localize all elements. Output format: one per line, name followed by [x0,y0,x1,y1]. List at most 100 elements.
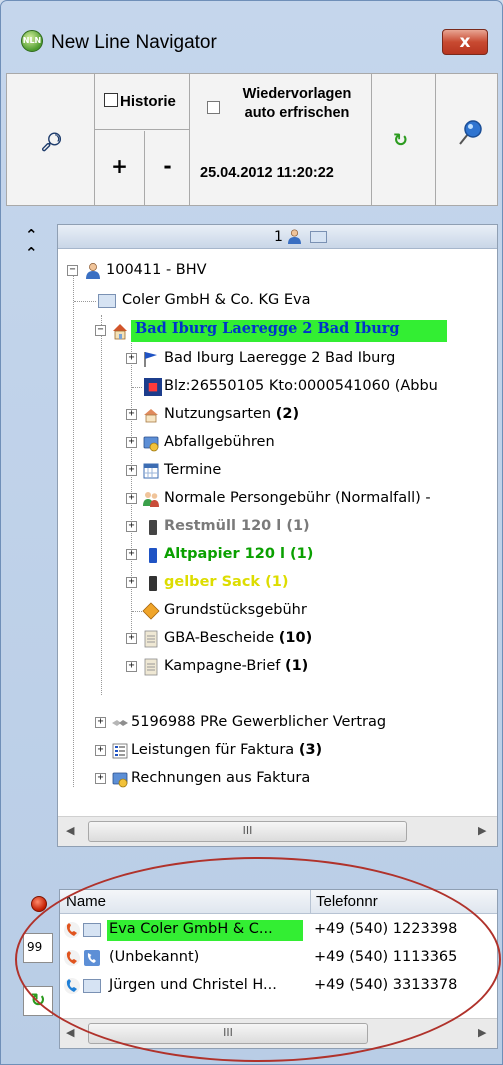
tree-item-text: Altpapier 120 l [164,546,285,562]
tree-item-label: Termine [164,462,222,478]
history-group: Historie + - [95,74,190,205]
list-icon [112,743,128,759]
handshake-icon [112,720,128,726]
column-divider[interactable] [310,890,311,914]
historie-toggle[interactable]: Historie [95,74,189,130]
tree-item-label: Coler GmbH & Co. KG Eva [122,292,311,308]
expand-toggle-icon[interactable]: + [126,409,137,420]
list-item[interactable]: Jürgen und Christel H... +49 (540) 33133… [60,973,497,999]
contact-name: Jürgen und Christel H... [109,977,277,993]
tree-horizontal-scrollbar[interactable]: ◀ III ▶ [58,816,497,846]
flag-icon [144,352,157,367]
tree-header: 1 [58,225,497,249]
scroll-thumb[interactable]: III [88,1023,368,1044]
document-icon [144,630,158,648]
list-item[interactable]: Eva Coler GmbH & C... +49 (540) 1223398 [60,917,497,943]
tree-item-label: Altpapier 120 l (1) [164,546,313,562]
invoice-icon [112,772,128,788]
tree-item-text: Leistungen für Faktura [131,742,295,758]
tree-item-text: Nutzungsarten [164,406,272,422]
history-back-button[interactable]: - [146,131,189,205]
expand-toggle-icon[interactable]: + [126,633,137,644]
tree-item-label: Restmüll 120 l (1) [164,518,310,534]
document-icon [144,658,158,676]
contact-name: (Unbekannt) [109,949,200,965]
panel-splitter[interactable] [6,861,498,867]
expand-toggle-icon[interactable]: + [95,717,106,728]
contact-name: Eva Coler GmbH & C... [107,920,303,941]
expand-toggle-icon[interactable]: + [126,353,137,364]
tree-item-label: 5196988 PRe Gewerblicher Vertrag [131,714,387,730]
bin-icon [149,548,157,563]
person-icon[interactable] [287,229,302,245]
title-bar: NLN New Line Navigator x [1,1,502,55]
close-button[interactable]: x [442,29,488,55]
phone-outgoing-icon [64,978,80,994]
expand-toggle-icon[interactable]: + [126,437,137,448]
search-button[interactable]: 🔎︎ [7,74,95,205]
contact-phone: +49 (540) 3313378 [314,977,458,993]
collapse-toolbar-icon[interactable]: ⌃ ⌃ [25,226,38,262]
history-forward-button[interactable]: + [95,131,145,205]
contact-phone: +49 (540) 1223398 [314,921,458,937]
tree-item-count: (1) [290,546,314,562]
bank-icon: ■ [144,378,162,396]
house-icon [113,324,127,340]
expand-toggle-icon[interactable]: + [126,577,137,588]
contacts-horizontal-scrollbar[interactable]: ◀ III ▶ [60,1018,497,1048]
house-small-icon [144,409,158,423]
list-item[interactable]: (Unbekannt) +49 (540) 1113365 [60,945,497,971]
tree-item-label: Leistungen für Faktura (3) [131,742,322,758]
tree-item-label: Normale Persongebühr (Normalfall) - [164,490,431,506]
scroll-right-icon[interactable]: ▶ [478,1026,486,1039]
tree-item-label: gelber Sack (1) [164,574,288,590]
toolbar: 🔎︎ Historie + - Wiedervorlagen auto erfr… [6,73,498,206]
scroll-left-icon[interactable]: ◀ [66,1026,74,1039]
refresh-icon: ↻ [393,130,409,151]
expand-toggle-icon[interactable]: + [95,745,106,756]
tree-item-count: (3) [298,742,323,758]
column-header-name[interactable]: Name [66,893,106,910]
tree-item-label: Nutzungsarten (2) [164,406,299,422]
tree-connector [132,387,142,388]
column-header-telephone[interactable]: Telefonnr [316,893,378,910]
expand-toggle-icon[interactable]: + [126,521,137,532]
tree-item-count: (10) [278,630,313,646]
collapse-toggle-icon[interactable]: − [95,325,106,336]
tree-item-text: gelber Sack [164,574,261,590]
refresh-contacts-icon[interactable]: ↻ [23,986,53,1016]
tree-item-label: Bad Iburg Laeregge 2 Bad Iburg [164,350,396,366]
expand-toggle-icon[interactable]: + [95,773,106,784]
tree-item-label: GBA-Bescheide (10) [164,630,312,646]
bin-icon [149,520,157,535]
tree-item-label: Bad Iburg Laeregge 2 Bad Iburg [131,320,447,342]
contacts-list: Name Telefonnr Eva Coler GmbH & C... +49… [59,889,498,1049]
tree-item-count: (1) [284,658,309,674]
contact-card-icon[interactable] [310,231,327,243]
expand-toggle-icon[interactable]: + [126,549,137,560]
tree-item-label: Kampagne-Brief (1) [164,658,308,674]
pushpin-icon [459,120,482,145]
phone-incoming-icon [64,950,80,966]
contact-phone: +49 (540) 1113365 [314,949,458,965]
calendar-icon [143,463,159,479]
phone-incoming-icon [64,922,80,938]
expand-toggle-icon[interactable]: + [126,493,137,504]
collapse-toggle-icon[interactable]: − [67,265,78,276]
tree-item-count: (1) [286,518,310,534]
contact-card-icon [98,294,116,308]
refresh-button[interactable]: ↻ [372,74,436,205]
auto-refresh-checkbox[interactable] [207,101,220,114]
historie-checkbox[interactable] [104,93,118,107]
scroll-thumb[interactable]: III [88,821,407,842]
tree-guide-line [131,340,132,640]
wiedervorlagen-group: Wiedervorlagen auto erfrischen 25.04.201… [190,74,372,205]
scroll-right-icon[interactable]: ▶ [478,824,486,837]
expand-toggle-icon[interactable]: + [126,661,137,672]
record-indicator-icon[interactable] [31,896,47,912]
scroll-left-icon[interactable]: ◀ [66,824,74,837]
pin-button[interactable] [436,74,498,205]
diamond-icon [142,602,160,620]
tree-connector [132,611,142,612]
expand-toggle-icon[interactable]: + [126,465,137,476]
